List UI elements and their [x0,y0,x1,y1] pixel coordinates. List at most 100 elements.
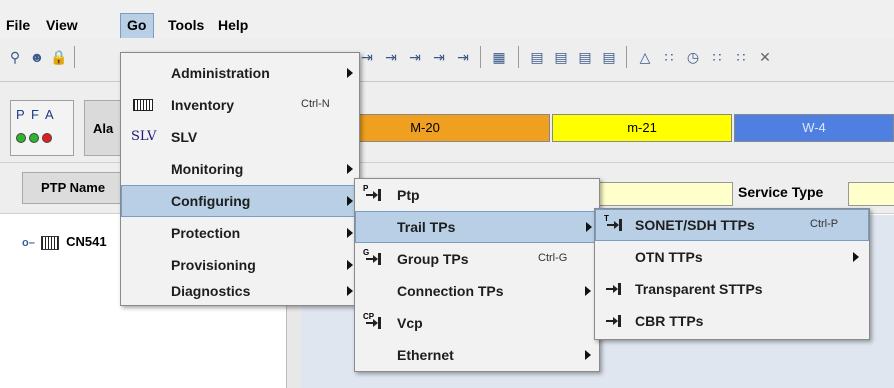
alarm-label: Ala [93,121,114,136]
menu-item-ptp[interactable]: P Ptp [355,179,599,211]
submenu-arrow-icon [585,286,591,296]
inventory-icon [41,235,60,250]
menu-tools[interactable]: Tools [168,17,204,33]
menu-item-label: Vcp [397,315,423,331]
inventory-icon [133,99,153,111]
trail-tp-icon: T [604,214,622,233]
menu-help[interactable]: Help [218,17,248,33]
alarm-bar-minor[interactable]: m-21 [552,114,732,142]
led-red-icon [42,133,52,143]
menu-item-label: OTN TTPs [635,249,703,265]
submenu-arrow-icon [853,252,859,262]
menu-item-monitoring[interactable]: Monitoring [121,153,359,185]
topology-icon[interactable]: △ [636,48,654,66]
schedule-icon[interactable]: ◷ [684,48,702,66]
service-type-field[interactable] [848,182,894,206]
tree-node-item[interactable]: o– CN541 [22,234,107,250]
alarm-bar-major-label: M-20 [410,120,440,135]
tree-node-label: CN541 [66,234,107,249]
submenu-arrow-icon [347,286,353,296]
menu-item-group-tps[interactable]: G Group TPs Ctrl-G [355,243,599,275]
menu-item-label: Group TPs [397,251,469,267]
submenu-arrow-icon [347,228,353,238]
submenu-arrow-icon [585,350,591,360]
vcp-icon: CP [363,312,381,331]
menu-item-ethernet[interactable]: Ethernet [355,339,599,371]
menu-item-sonet-sdh-ttps[interactable]: T SONET/SDH TTPs Ctrl-P [595,209,869,241]
menu-item-cbr-ttps[interactable]: CBR TTPs [595,305,869,337]
led-green-icon [16,133,26,143]
menu-item-label: SLV [171,129,198,145]
trail-tp-icon [603,313,621,329]
ptp-name-header[interactable]: PTP Name [22,172,122,204]
pfa-indicator: P F A [10,100,74,156]
submenu-arrow-icon [586,222,592,232]
alarm-bar-warning[interactable]: W-4 [734,114,894,142]
filter-field[interactable] [585,182,733,206]
pfa-p-label: P [16,107,25,122]
find-icon[interactable]: ⚲ [6,48,24,66]
card-icon[interactable]: ▤ [600,48,618,66]
toolbar-separator [480,46,481,68]
configuring-submenu: P Ptp Trail TPs G Group TPs Ctrl-G Conne… [354,178,600,372]
submenu-arrow-icon [347,164,353,174]
menu-accelerator: Ctrl-P [810,218,839,230]
menu-item-transparent-sttps[interactable]: Transparent STTPs [595,273,869,305]
nodes-icon[interactable]: ∷ [708,48,726,66]
grid-icon[interactable]: ∷ [732,48,750,66]
alarm-bar-minor-label: m-21 [627,120,657,135]
tree-expand-icon[interactable]: o– [22,237,35,249]
menu-item-label: Administration [171,65,270,81]
menu-item-inventory[interactable]: Inventory Ctrl-N [121,89,359,121]
toolbar-separator [74,46,75,68]
toolbar-separator [626,46,627,68]
menu-item-otn-ttps[interactable]: OTN TTPs [595,241,869,273]
card-icon[interactable]: ▤ [528,48,546,66]
menu-view[interactable]: View [46,17,78,33]
menu-go[interactable]: Go [120,13,154,39]
alarm-box[interactable]: Ala [84,100,124,156]
menu-item-label: Connection TPs [397,283,504,299]
trail-tp-icon [603,281,621,297]
connection-tp-icon[interactable]: ⇥ [430,48,448,66]
menu-item-configuring[interactable]: Configuring [121,185,359,217]
menu-item-label: Transparent STTPs [635,281,763,297]
trail-tp-icon[interactable]: ⇥ [382,48,400,66]
network-icon[interactable]: ▦ [490,48,508,66]
menu-item-vcp[interactable]: CP Vcp [355,307,599,339]
menu-accelerator: Ctrl-G [538,252,568,264]
menu-item-label: SONET/SDH TTPs [635,217,755,233]
menu-item-label: Inventory [171,97,235,113]
menu-item-trail-tps[interactable]: Trail TPs [355,211,599,243]
menu-accelerator: Ctrl-N [301,98,330,110]
group-tp-icon: G [363,248,381,267]
menu-item-connection-tps[interactable]: Connection TPs [355,275,599,307]
service-type-label: Service Type [738,184,824,200]
menu-item-label: Trail TPs [397,219,456,235]
menu-item-protection[interactable]: Protection [121,217,359,249]
alarm-bar-warning-label: W-4 [802,120,826,135]
submenu-arrow-icon [347,196,353,206]
menu-item-label: Diagnostics [171,283,251,299]
lock-icon[interactable]: 🔒 [50,48,68,66]
menu-item-label: Ptp [397,187,420,203]
menu-item-label: CBR TTPs [635,313,704,329]
group-tp-icon[interactable]: ⇥ [406,48,424,66]
menu-item-diagnostics[interactable]: Diagnostics [121,277,359,305]
menu-file[interactable]: File [6,17,30,33]
pfa-f-label: F [31,107,39,122]
tp-icon[interactable]: ⇥ [358,48,376,66]
cluster-icon[interactable]: ∷ [660,48,678,66]
user-icon[interactable]: ☻ [28,48,46,66]
vcp-icon[interactable]: ⇥ [454,48,472,66]
ptp-icon: P [363,184,381,203]
submenu-arrow-icon [347,68,353,78]
menu-item-slv[interactable]: SLV SLV [121,121,359,153]
go-menu: Administration Inventory Ctrl-N SLV SLV … [120,52,360,306]
close-icon[interactable]: ✕ [756,48,774,66]
toolbar-separator [518,46,519,68]
slv-icon: SLV [131,129,157,144]
menu-item-administration[interactable]: Administration [121,57,359,89]
card-icon[interactable]: ▤ [576,48,594,66]
card-icon[interactable]: ▤ [552,48,570,66]
